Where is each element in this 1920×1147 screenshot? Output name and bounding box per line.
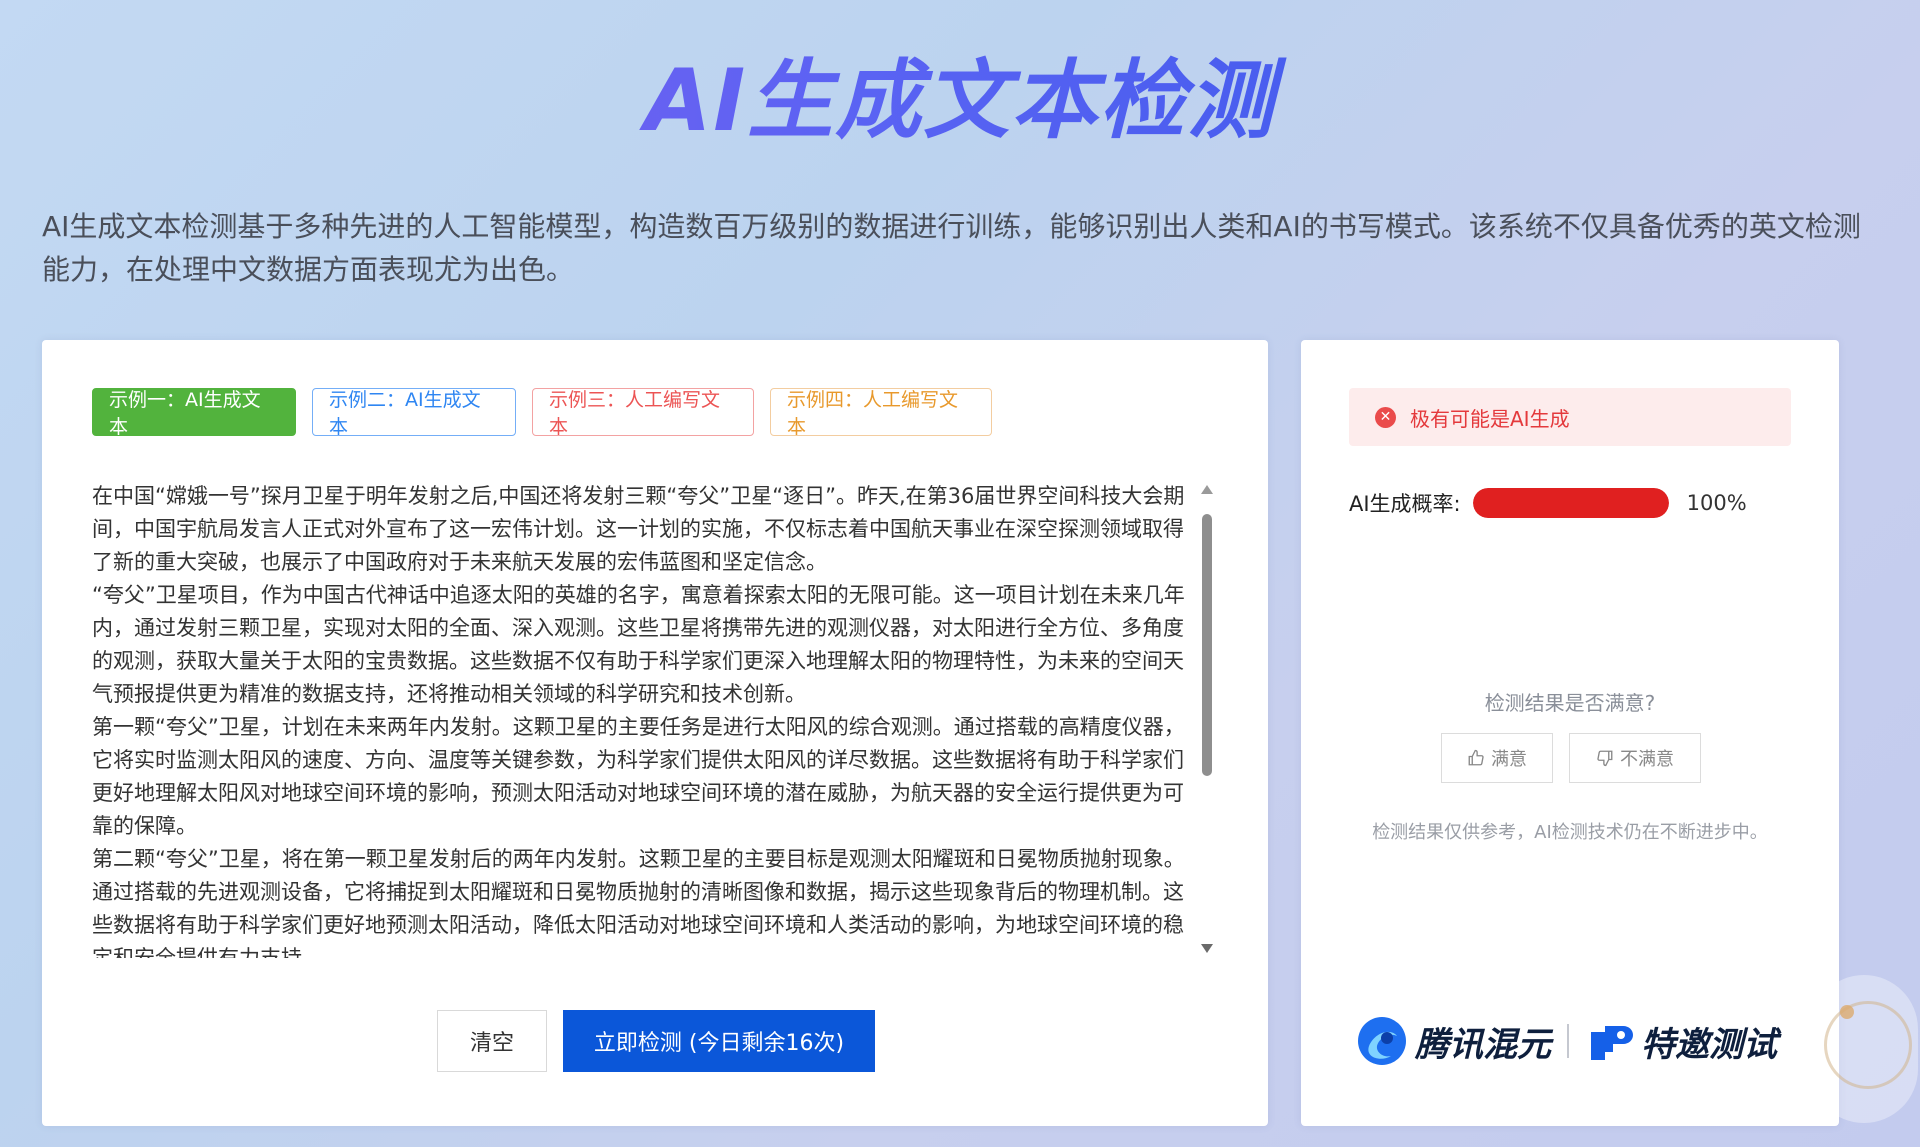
feedback-buttons: 满意 不满意 [1441, 733, 1701, 783]
probability-label: AI生成概率: [1349, 492, 1461, 516]
probability-value: 100% [1686, 491, 1747, 515]
result-verdict: 极有可能是AI生成 [1410, 406, 1570, 431]
input-panel: 示例一：AI生成文本 示例二：AI生成文本 示例三：人工编写文本 示例四：人工编… [42, 340, 1268, 1126]
result-alert: ✕ 极有可能是AI生成 [1349, 388, 1791, 446]
page-title: AI生成文本检测 [0, 30, 1920, 155]
thumbs-down-icon [1597, 750, 1613, 767]
scroll-up-arrow-icon[interactable] [1201, 485, 1213, 494]
clear-button[interactable]: 清空 [437, 1010, 547, 1072]
brand-footer: 腾讯混元 特邀测试 [1357, 1016, 1777, 1066]
scroll-down-arrow-icon[interactable] [1201, 944, 1213, 953]
info-ring-icon [1824, 1001, 1912, 1089]
page-description: AI生成文本检测基于多种先进的人工智能模型，构造数百万级别的数据进行训练，能够识… [42, 210, 1861, 286]
example-buttons: 示例一：AI生成文本 示例二：AI生成文本 示例三：人工编写文本 示例四：人工编… [92, 388, 992, 438]
probability-bar-fill [1472, 488, 1669, 518]
probability-row: AI生成概率: 100% [1349, 488, 1747, 518]
disclaimer-text: 检测结果仅供参考，AI检测技术仍在不断进步中。 [1372, 822, 1768, 843]
example-3-button[interactable]: 示例三：人工编写文本 [532, 388, 754, 438]
hunyuan-logo-icon [1358, 1017, 1406, 1065]
example-1-button[interactable]: 示例一：AI生成文本 [92, 388, 296, 438]
thumbs-up-icon [1468, 749, 1484, 766]
text-scrollbar[interactable] [1198, 480, 1216, 958]
text-paragraph: 第二颗“夸父”卫星，将在第一颗卫星发射后的两年内发射。这颗卫星的主要目标是观测太… [92, 847, 1185, 958]
text-paragraph: 在中国“嫦娥一号”探月卫星于明年发射之后,中国还将发射三颗“夸父”卫星“逐日”。… [92, 484, 1185, 574]
probability-bar [1472, 488, 1669, 518]
detect-button[interactable]: 立即检测 (今日剩余16次) [563, 1010, 875, 1072]
unsatisfied-button[interactable]: 不满意 [1569, 733, 1701, 783]
example-2-button[interactable]: 示例二：AI生成文本 [312, 388, 516, 438]
unsatisfied-label: 不满意 [1620, 749, 1674, 770]
satisfied-label: 满意 [1491, 749, 1527, 770]
error-circle-icon: ✕ [1375, 406, 1396, 428]
satisfied-button[interactable]: 满意 [1441, 733, 1553, 783]
scroll-thumb[interactable] [1202, 514, 1212, 776]
example-4-button[interactable]: 示例四：人工编写文本 [770, 388, 992, 438]
special-invite-logo-icon [1591, 1026, 1633, 1060]
brand-special-invite: 特邀测试 [1641, 1024, 1777, 1065]
text-input-area[interactable]: 在中国“嫦娥一号”探月卫星于明年发射之后,中国还将发射三颗“夸父”卫星“逐日”。… [92, 480, 1216, 958]
brand-hunyuan: 腾讯混元 [1415, 1024, 1551, 1065]
result-panel: ✕ 极有可能是AI生成 AI生成概率: 100% 检测结果是否满意? 满意 不满… [1301, 340, 1839, 1126]
text-paragraph: “夸父”卫星项目，作为中国古代神话中追逐太阳的英雄的名字，寓意着探索太阳的无限可… [92, 583, 1185, 706]
info-dot-icon [1840, 1005, 1854, 1019]
floating-info-widget[interactable] [1810, 975, 1918, 1123]
feedback-question: 检测结果是否满意? [1484, 691, 1656, 715]
text-paragraph: 第一颗“夸父”卫星，计划在未来两年内发射。这颗卫星的主要任务是进行太阳风的综合观… [92, 715, 1185, 838]
brand-divider [1567, 1024, 1569, 1058]
